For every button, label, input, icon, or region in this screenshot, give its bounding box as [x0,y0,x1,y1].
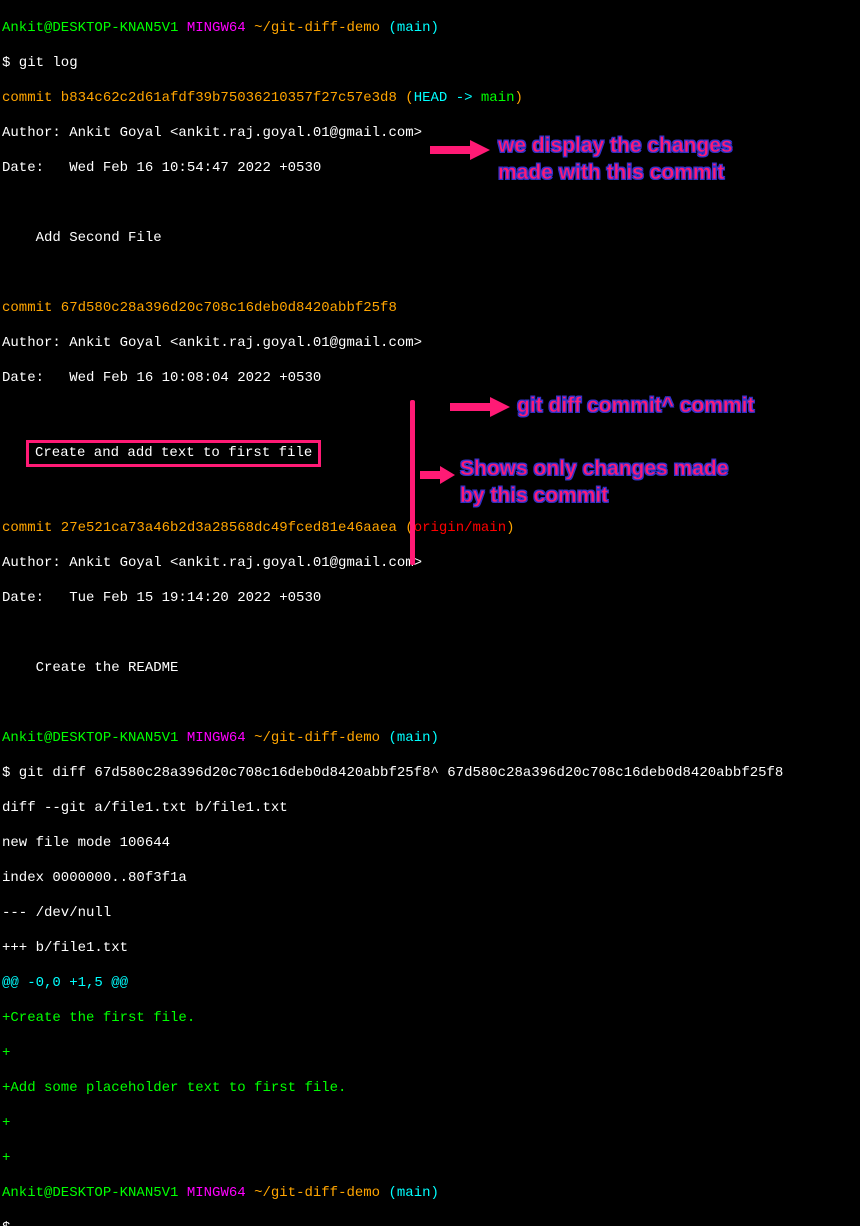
commit-date: Date: Tue Feb 15 19:14:20 2022 +0530 [2,590,860,608]
prompt-user: Ankit@DESKTOP-KNAN5V1 [2,1185,178,1201]
prompt-branch: (main) [380,730,439,746]
vertical-bar-icon [410,400,415,565]
diff-added: + [2,1115,860,1133]
diff-added: + [2,1150,860,1168]
refs-close: ) [515,90,523,106]
diff-added: + [2,1045,860,1063]
commit-date: Date: Wed Feb 16 10:08:04 2022 +0530 [2,370,860,388]
arrow-icon [420,465,455,485]
commit-msg: Add Second File [2,230,860,248]
diff-plus: +++ b/file1.txt [2,940,860,958]
diff-index: index 0000000..80f3f1a [2,870,860,888]
diff-added: +Add some placeholder text to first file… [2,1080,860,1098]
arrow-icon [430,138,490,162]
branch-ref: main [481,90,515,106]
diff-minus: --- /dev/null [2,905,860,923]
head-ref: HEAD -> [414,90,481,106]
branch-ref: origin/main [414,520,506,536]
commit-hash: commit b834c62c2d61afdf39b75036210357f27… [2,90,397,106]
diff-added: +Create the first file. [2,1010,860,1028]
command-line: $ [2,1220,860,1226]
commit-hash: commit 27e521ca73a46b2d3a28568dc49fced81… [2,520,397,536]
prompt-shell: MINGW64 [178,1185,254,1201]
prompt-shell: MINGW64 [178,730,254,746]
refs-open: ( [397,90,414,106]
diff-newfile: new file mode 100644 [2,835,860,853]
command-line: $ git log [2,55,860,73]
prompt-branch: (main) [380,20,439,36]
prompt-shell: MINGW64 [178,20,254,36]
commit-msg: Create the README [2,660,860,678]
prompt-branch: (main) [380,1185,439,1201]
arrow-icon [450,395,510,419]
prompt-path: ~/git-diff-demo [254,730,380,746]
annotation-text: git diff commit^ commit [517,392,754,419]
prompt-user: Ankit@DESKTOP-KNAN5V1 [2,20,178,36]
prompt-user: Ankit@DESKTOP-KNAN5V1 [2,730,178,746]
annotation-text: Shows only changes made by this commit [460,455,728,510]
commit-hash: commit 67d580c28a396d20c708c16deb0d8420a… [2,300,860,318]
prompt-path: ~/git-diff-demo [254,1185,380,1201]
annotation-text: we display the changes made with this co… [498,132,733,187]
commit-author: Author: Ankit Goyal <ankit.raj.goyal.01@… [2,555,860,573]
command-line: $ git diff 67d580c28a396d20c708c16deb0d8… [2,765,860,783]
highlighted-commit-msg: Create and add text to first file [26,440,321,468]
diff-hunk: @@ -0,0 +1,5 @@ [2,975,860,993]
prompt-path: ~/git-diff-demo [254,20,380,36]
commit-author: Author: Ankit Goyal <ankit.raj.goyal.01@… [2,335,860,353]
refs-close: ) [506,520,514,536]
diff-header: diff --git a/file1.txt b/file1.txt [2,800,860,818]
